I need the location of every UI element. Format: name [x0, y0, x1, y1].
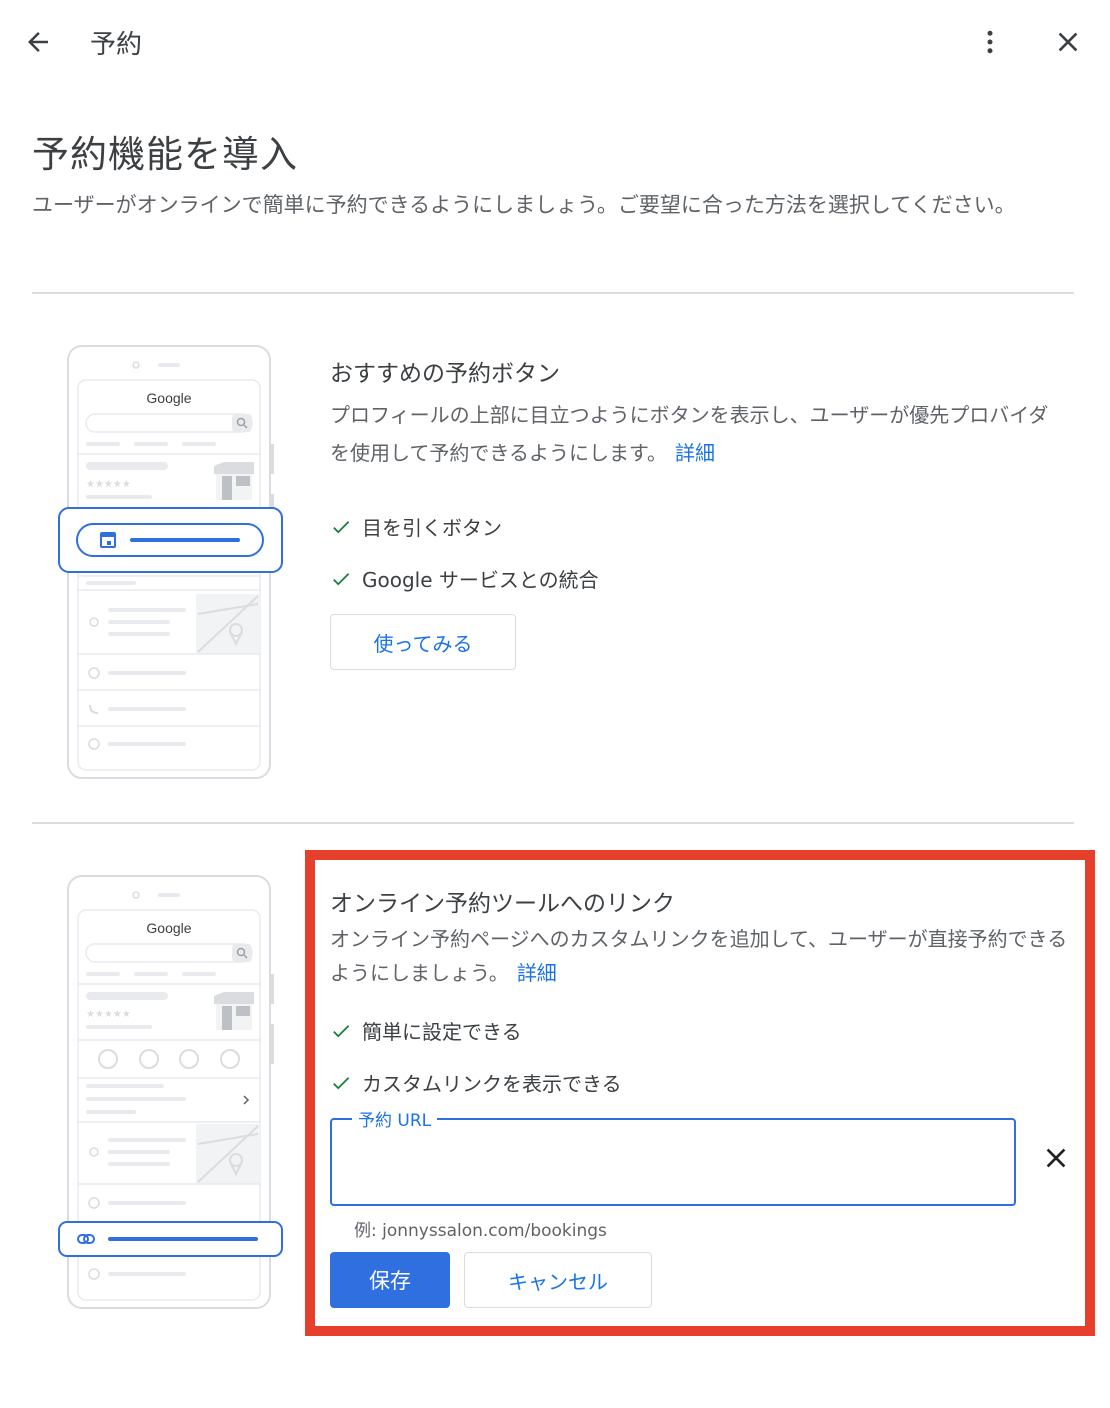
back-arrow-icon	[28, 32, 48, 52]
option1-feature-1: 目を引くボタン	[330, 512, 502, 541]
cancel-button[interactable]: キャンセル	[464, 1252, 652, 1308]
option2-feature-2: カスタムリンクを表示できる	[330, 1068, 622, 1097]
option2-learn-more-link[interactable]: 詳細	[517, 961, 557, 985]
clear-url-button[interactable]	[1036, 1138, 1076, 1178]
top-app-bar: 予約	[0, 0, 1110, 84]
booking-url-label: 予約 URL	[352, 1106, 438, 1131]
google-logo: Google	[146, 920, 191, 936]
save-button[interactable]: 保存	[330, 1252, 450, 1308]
more-options-button[interactable]	[970, 22, 1010, 62]
check-icon	[333, 1024, 350, 1037]
option2-feature-1: 簡単に設定できる	[330, 1016, 522, 1045]
more-vert-icon	[987, 30, 993, 54]
check-icon	[333, 572, 350, 585]
check-icon	[333, 1076, 350, 1089]
option1-feature-1-label: 目を引くボタン	[362, 516, 502, 540]
page-title: 予約機能を導入	[32, 133, 298, 176]
close-icon	[1046, 1148, 1066, 1168]
booking-url-hint: 例: jonnyssalon.com/bookings	[354, 1221, 607, 1241]
section-divider	[32, 292, 1074, 294]
option2-title: オンライン予約ツールへのリンク	[330, 891, 675, 917]
option2-feature-1-label: 簡単に設定できる	[362, 1020, 522, 1044]
rating-stars: ★★★★★	[86, 479, 131, 490]
store-icon	[214, 462, 254, 500]
rating-stars: ★★★★★	[86, 1009, 131, 1020]
option2-feature-2-label: カスタムリンクを表示できる	[362, 1072, 622, 1096]
option2-description: オンライン予約ページへのカスタムリンクを追加して、ユーザーが直接予約できるように…	[330, 922, 1075, 990]
option2-description-text: オンライン予約ページへのカスタムリンクを追加して、ユーザーが直接予約できるように…	[330, 927, 1068, 985]
close-icon	[1058, 32, 1078, 52]
store-icon	[214, 992, 254, 1030]
option1-learn-more-link[interactable]: 詳細	[675, 441, 715, 465]
close-button[interactable]	[1048, 22, 1088, 62]
option1-title: おすすめの予約ボタン	[330, 361, 560, 387]
app-bar-title: 予約	[90, 30, 143, 60]
option1-feature-2-label: Google サービスとの統合	[362, 568, 599, 592]
option1-description: プロフィールの上部に目立つようにボタンを表示し、ユーザーが優先プロバイダを使用し…	[330, 396, 1060, 472]
calendar-icon	[100, 532, 116, 548]
google-logo: Google	[146, 390, 191, 406]
booking-link-illustration: Google ★★★★★	[58, 875, 283, 1309]
page-description: ユーザーがオンラインで簡単に予約できるようにしましょう。ご要望に合った方法を選択…	[32, 193, 1016, 217]
try-button[interactable]: 使ってみる	[330, 614, 516, 670]
section-divider	[32, 822, 1074, 824]
booking-url-input[interactable]	[344, 1140, 1004, 1184]
option1-feature-2: Google サービスとの統合	[330, 564, 599, 593]
check-icon	[333, 520, 350, 533]
booking-button-illustration: Google ★★★★★	[58, 345, 283, 779]
back-button[interactable]	[16, 22, 60, 62]
